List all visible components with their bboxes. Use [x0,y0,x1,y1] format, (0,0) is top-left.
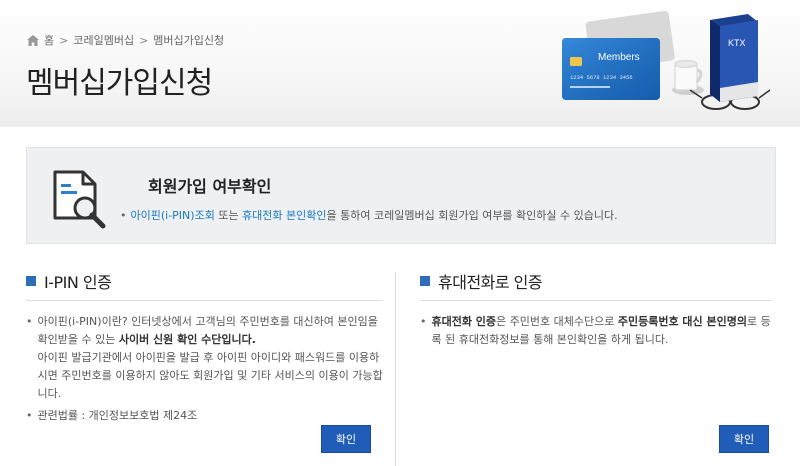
list-item: • 아이핀(i-PIN)이란? 인터넷상에서 고객님의 주민번호를 대신하여 본… [26,315,383,400]
ipin-lookup-link[interactable]: 아이핀(i-PIN)조회 [131,209,215,222]
ipin-section: I-PIN 인증 • 아이핀(i-PIN)이란? 인터넷상에서 고객님의 주민번… [26,270,383,429]
svg-text:KTX: KTX [728,38,746,48]
svg-text:Members: Members [598,52,640,63]
section-marker-icon [26,276,36,286]
page-title: 멤버십가입신청 [26,66,213,101]
svg-text:1234 5678 1234 3456: 1234 5678 1234 3456 [570,74,633,81]
phone-section-title: 휴대전화로 인증 [438,273,543,292]
membership-check-box: 회원가입 여부확인 • 아이핀(i-PIN)조회 또는 휴대전화 본인확인을 통하… [26,147,776,244]
cup-icon [672,60,704,95]
section-marker-icon [420,276,430,286]
membership-illustration: Members 1234 5678 1234 3456 KTX [562,10,771,110]
breadcrumb-separator: > [59,33,69,47]
section-divider [26,300,383,301]
home-icon[interactable] [27,34,39,46]
ipin-section-title: I-PIN 인증 [44,273,112,292]
section-divider [420,300,772,301]
phone-section: 휴대전화로 인증 • 휴대전화 인증은 주민번호 대체수단으로 주민등록번호 대… [420,270,772,353]
phone-verify-link[interactable]: 휴대전화 본인확인 [242,209,326,222]
breadcrumb-membership[interactable]: 코레일멤버십 [73,32,134,48]
membership-check-title: 회원가입 여부확인 [148,177,272,196]
page-header: 홈 > 코레일멤버십 > 멤버십가입신청 멤버십가입신청 Members 123… [0,0,800,127]
list-item: • 휴대전화 인증은 주민번호 대체수단으로 주민등록번호 대신 본인명의로 등… [420,315,771,346]
document-search-icon [53,170,106,229]
members-card-icon: Members 1234 5678 1234 3456 [562,38,660,100]
phone-confirm-button[interactable]: 확인 [719,425,769,453]
ipin-confirm-button[interactable]: 확인 [321,425,371,453]
breadcrumb-home[interactable]: 홈 [44,32,54,48]
breadcrumb-separator: > [139,33,149,47]
ktx-book-icon: KTX [710,14,758,102]
breadcrumb-current: 멤버십가입신청 [153,34,225,47]
column-divider [395,272,396,466]
breadcrumb: 홈 > 코레일멤버십 > 멤버십가입신청 [27,32,224,48]
list-item: • 관련법률 : 개인정보보호법 제24조 [26,409,198,422]
membership-check-description: • 아이핀(i-PIN)조회 또는 휴대전화 본인확인을 통하여 코레일멤버십 회… [120,209,618,222]
